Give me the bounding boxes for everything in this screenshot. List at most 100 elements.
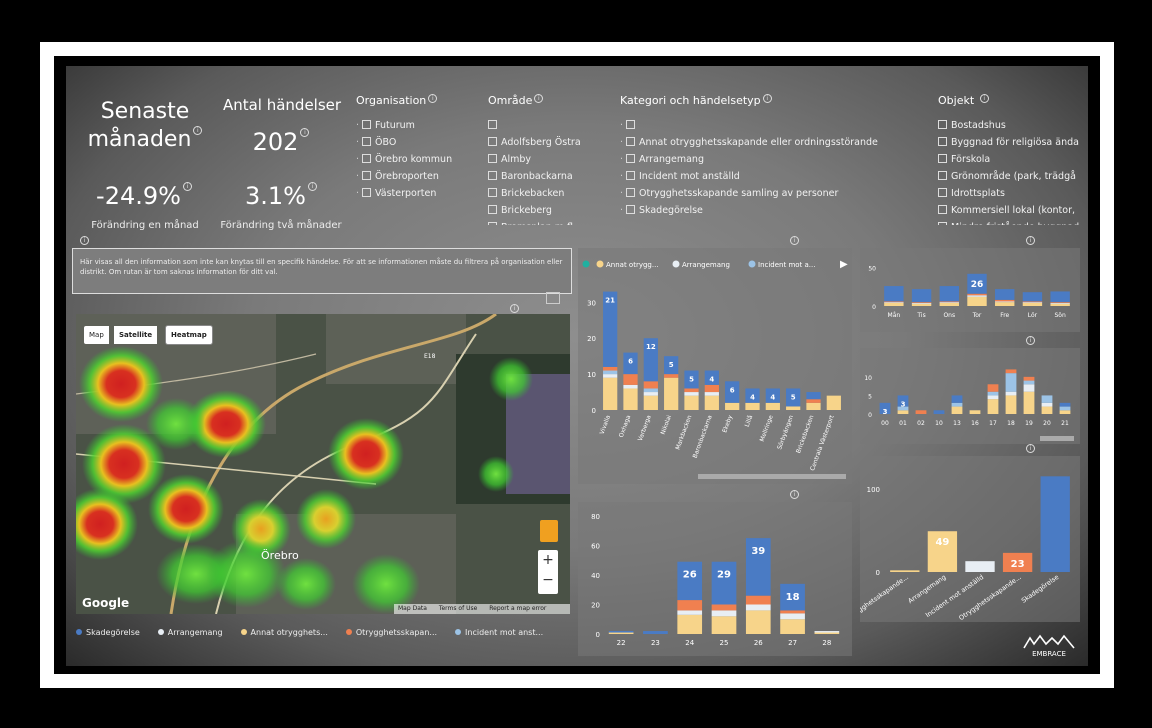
info-icon[interactable]: i bbox=[534, 94, 544, 103]
data-label: 4 bbox=[750, 393, 755, 401]
info-icon[interactable]: i bbox=[1026, 236, 1035, 245]
filter-option[interactable]: · Incident mot anställd bbox=[620, 168, 890, 185]
filter-option[interactable]: Brickeberg bbox=[488, 202, 588, 219]
filter-option[interactable]: Byggnad för religiösa ända bbox=[938, 134, 1086, 151]
legend-item[interactable]: Incident mot anst... bbox=[455, 628, 543, 637]
x-tick-label: Oxhaga bbox=[618, 414, 633, 439]
info-icon[interactable]: i bbox=[428, 94, 438, 103]
info-icon[interactable]: i bbox=[80, 236, 89, 245]
map-footer: Map Data Terms of Use Report a map error bbox=[394, 604, 570, 614]
checkbox[interactable] bbox=[362, 154, 371, 163]
legend-item[interactable]: Arrangemang bbox=[157, 628, 223, 637]
checkbox[interactable] bbox=[488, 137, 497, 146]
checkbox[interactable] bbox=[626, 188, 635, 197]
filter-option[interactable]: Idrottsplats bbox=[938, 185, 1086, 202]
legend-next-icon: ▶ bbox=[840, 259, 848, 270]
checkbox[interactable] bbox=[626, 137, 635, 146]
x-tick-label: 10 bbox=[935, 420, 943, 427]
street-view-pegman-icon[interactable] bbox=[540, 520, 558, 542]
filter-option[interactable] bbox=[488, 117, 588, 134]
info-icon[interactable]: i bbox=[193, 126, 203, 135]
checkbox[interactable] bbox=[488, 120, 497, 129]
x-tick-label: Fre bbox=[1000, 312, 1009, 319]
info-icon[interactable]: i bbox=[1026, 336, 1035, 345]
checkbox[interactable] bbox=[938, 120, 947, 129]
filter-option[interactable]: · Örebro kommun bbox=[356, 151, 476, 168]
filter-option[interactable]: · Skadegörelse bbox=[620, 202, 890, 219]
filter-option[interactable]: · ÖBO bbox=[356, 134, 476, 151]
x-tick-label: 02 bbox=[917, 420, 925, 427]
filter-option[interactable]: · bbox=[620, 117, 890, 134]
info-icon[interactable]: i bbox=[762, 94, 772, 103]
legend-item[interactable]: Annat otrygghets... bbox=[240, 628, 328, 637]
filter-option[interactable]: Mindre fristående byggnad bbox=[938, 219, 1086, 225]
checkbox[interactable] bbox=[362, 171, 371, 180]
checkbox[interactable] bbox=[938, 205, 947, 214]
terms-link[interactable]: Terms of Use bbox=[439, 605, 477, 612]
filter-option[interactable]: · Västerporten bbox=[356, 185, 476, 202]
x-tick-label: Sön bbox=[1054, 312, 1065, 319]
checkbox[interactable] bbox=[626, 171, 635, 180]
bar-segment bbox=[1005, 373, 1017, 392]
info-icon[interactable]: i bbox=[307, 182, 317, 191]
filter-option[interactable]: Adolfsberg Östra bbox=[488, 134, 588, 151]
checkbox[interactable] bbox=[938, 137, 947, 146]
filter-kategori: Kategori och händelsetyp i · · Annat otrygg… bbox=[620, 94, 890, 219]
filter-option[interactable]: Brickebacken bbox=[488, 185, 588, 202]
bar-segment bbox=[1059, 402, 1071, 407]
checkbox[interactable] bbox=[362, 137, 371, 146]
map-legend: Skadegörelse Arrangemang Annat otrygghets.… bbox=[76, 628, 570, 637]
checkbox[interactable] bbox=[488, 205, 497, 214]
checkbox[interactable] bbox=[488, 222, 497, 225]
map-canvas[interactable]: Örebro E18 Google bbox=[76, 314, 570, 614]
checkbox[interactable] bbox=[938, 222, 947, 225]
filter-option[interactable]: · Otrygghetsskapande samling av personer bbox=[620, 185, 890, 202]
filter-option[interactable]: Bromsplan m.fl bbox=[488, 219, 588, 225]
checkbox[interactable] bbox=[488, 171, 497, 180]
bar-segment bbox=[987, 399, 999, 414]
zoom-out-button[interactable]: − bbox=[538, 570, 558, 590]
legend-item[interactable]: Otrygghetsskapan... bbox=[345, 628, 437, 637]
info-icon[interactable]: i bbox=[182, 182, 192, 191]
info-icon[interactable]: i bbox=[510, 304, 519, 313]
filter-option[interactable]: Baronbackarna bbox=[488, 168, 588, 185]
filter-option-label: Bostadshus bbox=[951, 120, 1006, 131]
legend-item[interactable]: Skadegörelse bbox=[76, 628, 140, 637]
x-tick-label: 17 bbox=[989, 420, 997, 427]
filter-option[interactable]: Förskola bbox=[938, 151, 1086, 168]
filter-option[interactable]: Grönområde (park, trädgå bbox=[938, 168, 1086, 185]
checkbox[interactable] bbox=[362, 188, 371, 197]
map-data-link[interactable]: Map Data bbox=[398, 605, 427, 612]
checkbox[interactable] bbox=[626, 205, 635, 214]
info-icon[interactable]: i bbox=[790, 490, 799, 499]
map-tab-heatmap[interactable]: Heatmap bbox=[166, 326, 212, 344]
checkbox[interactable] bbox=[488, 188, 497, 197]
expand-icon[interactable] bbox=[546, 292, 560, 304]
filter-option[interactable]: Bostadshus bbox=[938, 117, 1086, 134]
zoom-in-button[interactable]: + bbox=[538, 550, 558, 570]
map-tab-map[interactable]: Map bbox=[84, 326, 109, 344]
checkbox[interactable] bbox=[938, 171, 947, 180]
filter-option[interactable]: Kommersiell lokal (kontor, bbox=[938, 202, 1086, 219]
filter-objekt-list: Bostadshus Byggnad för religiösa ända Förs… bbox=[938, 117, 1086, 225]
info-icon[interactable]: i bbox=[1026, 444, 1035, 453]
report-error-link[interactable]: Report a map error bbox=[489, 605, 546, 612]
info-icon[interactable]: i bbox=[300, 128, 310, 137]
filter-option[interactable]: Almby bbox=[488, 151, 588, 168]
checkbox[interactable] bbox=[626, 154, 635, 163]
filter-option[interactable]: · Futurum bbox=[356, 117, 476, 134]
map-tab-satellite[interactable]: Satellite bbox=[114, 326, 158, 344]
info-icon[interactable]: i bbox=[790, 236, 799, 245]
filter-option[interactable]: · Örebroporten bbox=[356, 168, 476, 185]
checkbox[interactable] bbox=[938, 188, 947, 197]
checkbox[interactable] bbox=[938, 154, 947, 163]
x-tick-label: Nikolai bbox=[660, 414, 674, 436]
y-tick-label: 10 bbox=[864, 375, 872, 382]
filter-option[interactable]: · Arrangemang bbox=[620, 151, 890, 168]
filter-option[interactable]: · Annat otrygghetsskapande eller ordnings… bbox=[620, 134, 890, 151]
checkbox[interactable] bbox=[362, 120, 371, 129]
heatmap-map[interactable]: Örebro E18 Google Map Satellite Heatmap … bbox=[76, 314, 570, 614]
checkbox[interactable] bbox=[488, 154, 497, 163]
info-icon[interactable]: i bbox=[979, 94, 989, 103]
checkbox[interactable] bbox=[626, 120, 635, 129]
